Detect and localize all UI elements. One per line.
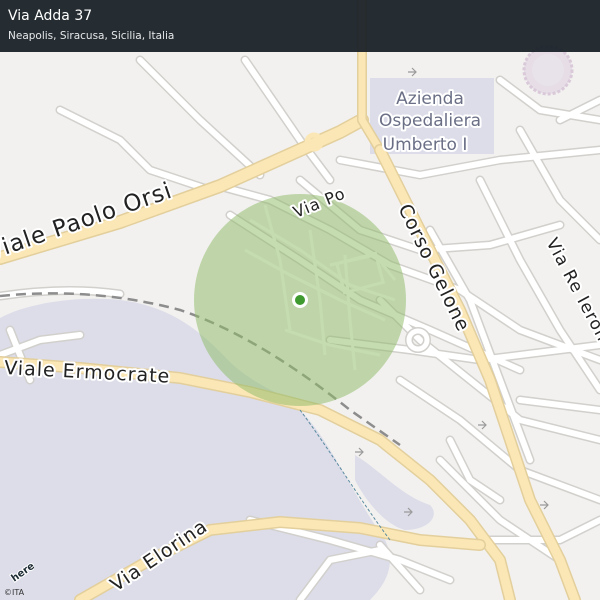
map-canvas[interactable]: Viale Paolo Orsi Via Po Viale Ermocrate … (0, 0, 600, 600)
location-header: Via Adda 37 Neapolis, Siracusa, Sicilia,… (0, 0, 600, 52)
location-dot-icon[interactable] (292, 292, 308, 308)
copyright-text: ©ITA (4, 588, 25, 597)
map-view[interactable]: Viale Paolo Orsi Via Po Viale Ermocrate … (0, 0, 600, 600)
here-logo-text: here (10, 561, 34, 584)
poi-label-line: Ospedaliera (379, 111, 481, 131)
poi-label-line: Azienda (396, 89, 464, 109)
here-logo-icon: here (6, 560, 38, 589)
address-subtitle: Neapolis, Siracusa, Sicilia, Italia (8, 30, 175, 42)
poi-label-line: Umberto I (383, 135, 468, 155)
address-title: Via Adda 37 (8, 8, 93, 24)
stadium-icon (522, 44, 574, 96)
